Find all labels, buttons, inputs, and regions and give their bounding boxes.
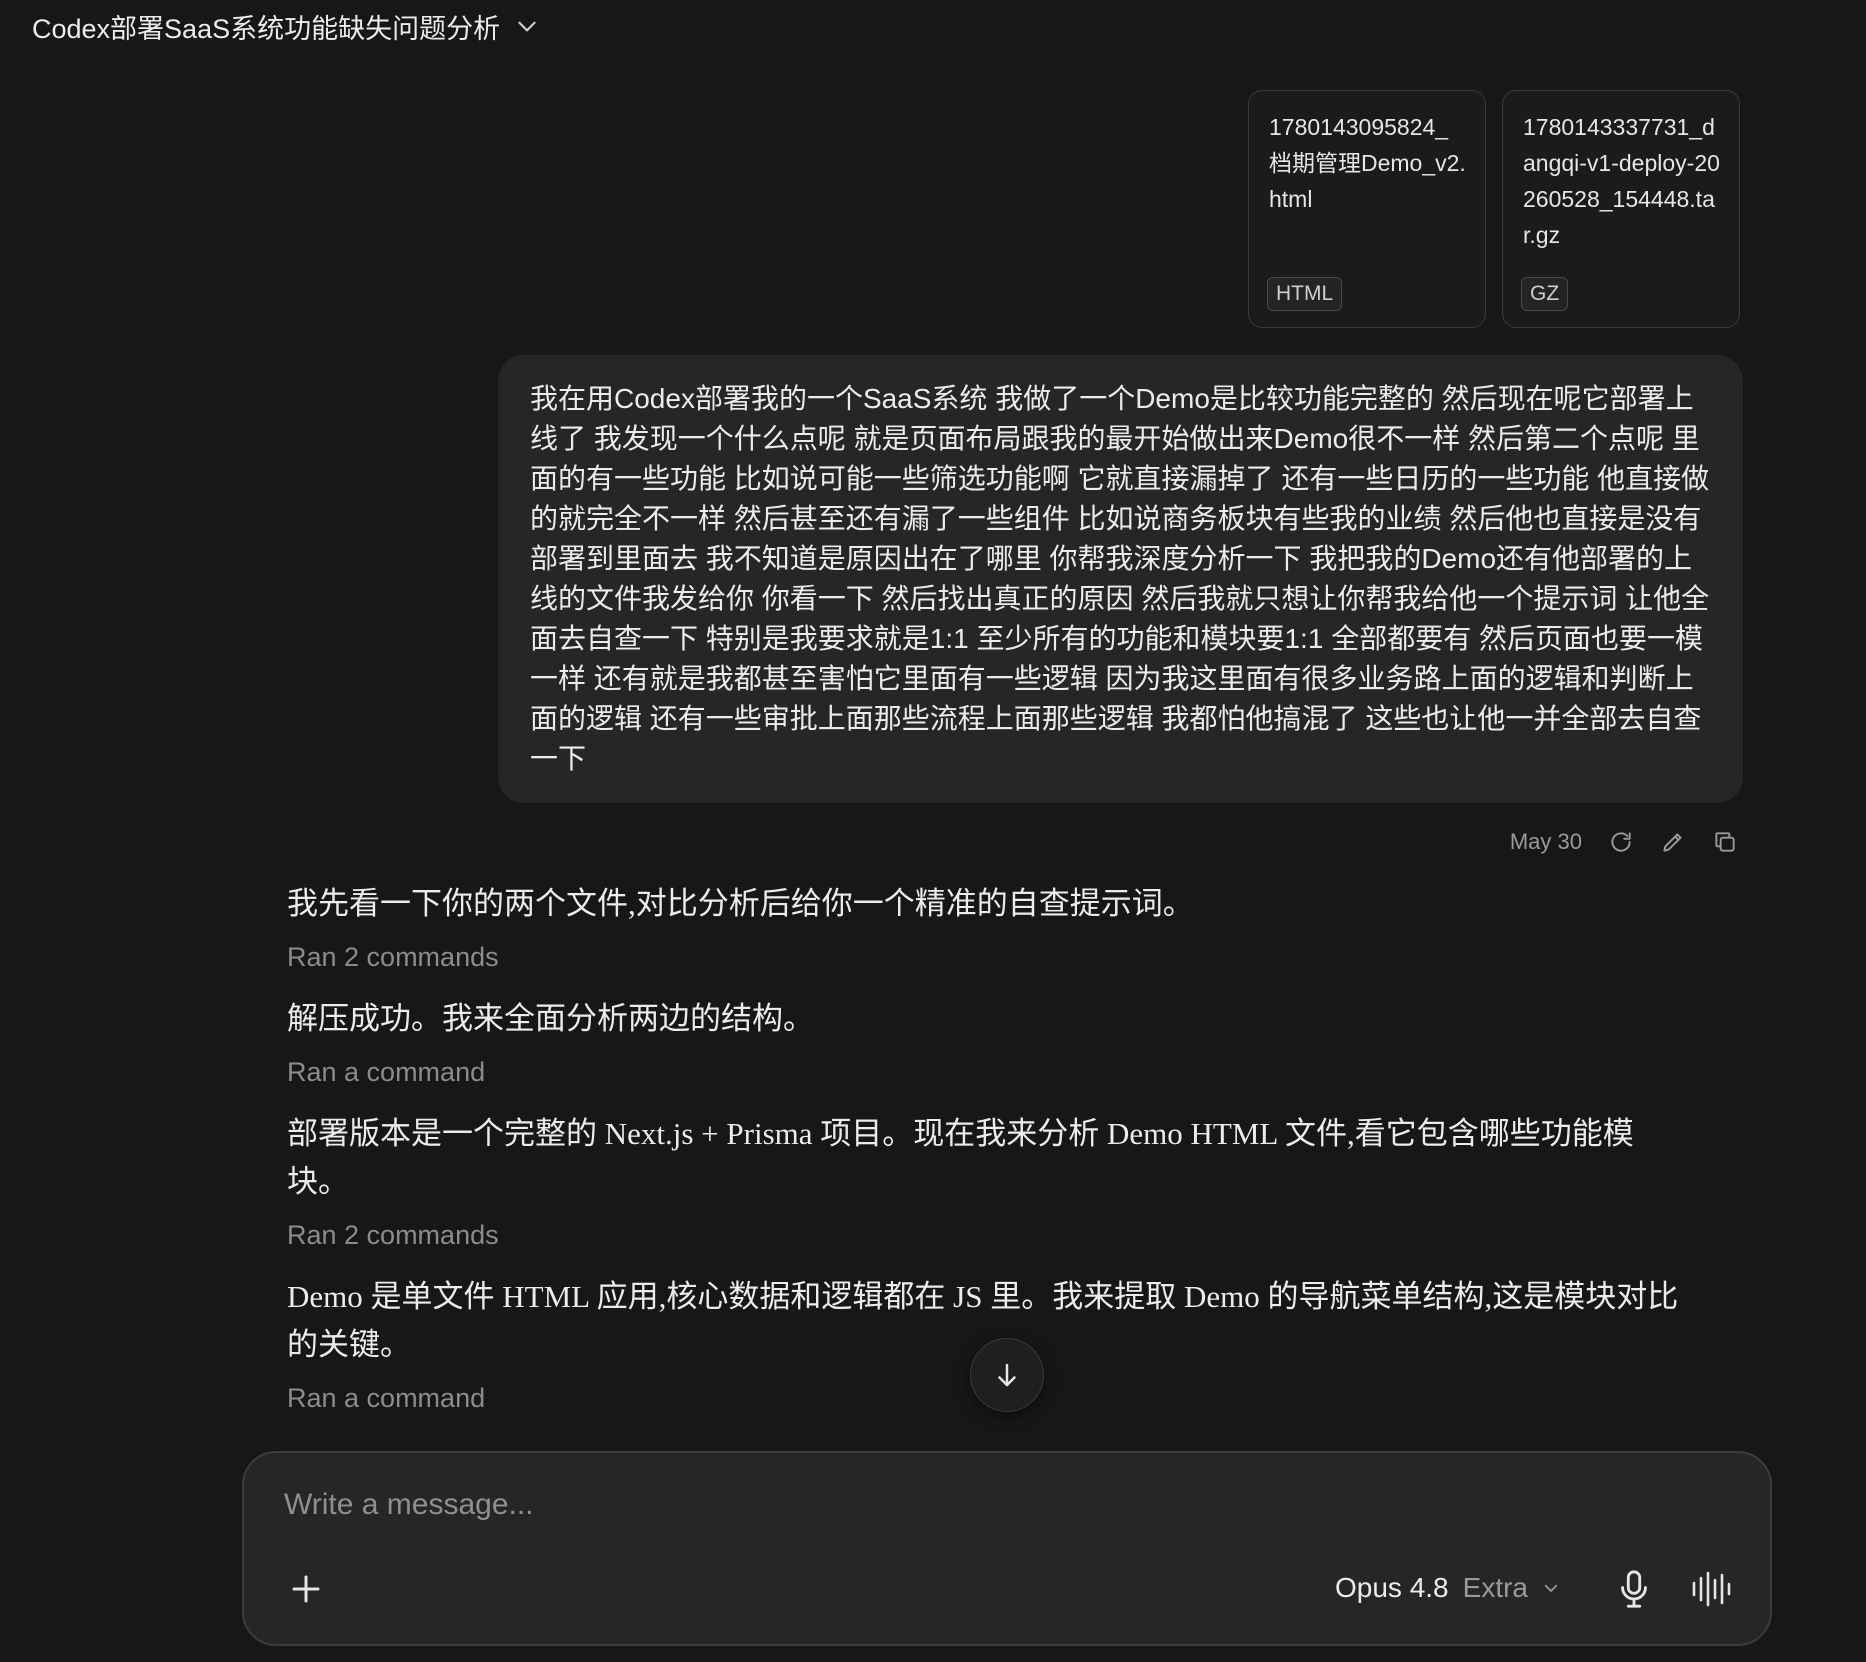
command-summary[interactable]: Ran 2 commands [287,1220,1687,1251]
attachment-card-gz[interactable]: 1780143337731_dangqi-v1-deploy-20260528_… [1502,90,1740,328]
pencil-icon [1663,833,1682,852]
chevron-down-icon [1544,1584,1558,1592]
microphone-icon[interactable] [1616,1569,1652,1609]
message-composer: Opus 4.8 Extra [242,1451,1772,1646]
file-type-badge: GZ [1521,277,1569,311]
conversation-title-dropdown[interactable]: Codex部署SaaS系统功能缺失问题分析 [32,6,540,46]
command-summary[interactable]: Ran a command [287,1057,1687,1088]
arrow-down-icon [998,1363,1016,1387]
assistant-response: 我先看一下你的两个文件,对比分析后给你一个精准的自查提示词。 Ran 2 com… [287,880,1687,1414]
retry-icon [1611,832,1631,852]
attachment-file-name: 1780143095824_档期管理Demo_v2.html [1269,114,1466,212]
conversation-title: Codex部署SaaS系统功能缺失问题分析 [32,13,501,44]
assistant-text: 解压成功。我来全面分析两边的结构。 [287,1001,814,1036]
add-attachment-icon[interactable] [288,1571,324,1607]
chat-page: Codex部署SaaS系统功能缺失问题分析 1780143095824_档期管理… [0,0,1866,1662]
model-selector[interactable]: Opus 4.8 Extra [1335,1565,1560,1611]
attachment-file-name: 1780143337731_dangqi-v1-deploy-20260528_… [1523,114,1720,248]
copy-button[interactable] [1712,829,1738,855]
voice-mode-icon[interactable] [1690,1569,1734,1609]
file-type-badge: HTML [1267,277,1343,311]
edit-button[interactable] [1660,829,1686,855]
chevron-down-icon [518,21,536,32]
model-name: Opus 4.8 [1335,1572,1449,1603]
retry-button[interactable] [1608,829,1634,855]
assistant-text: 我先看一下你的两个文件,对比分析后给你一个精准的自查提示词。 [287,886,1194,921]
command-summary[interactable]: Ran 2 commands [287,942,1687,973]
copy-icon [1715,832,1735,852]
scroll-to-bottom-button[interactable] [970,1338,1044,1412]
message-input[interactable] [282,1487,1586,1523]
attachment-card-html[interactable]: 1780143095824_档期管理Demo_v2.html HTML [1248,90,1486,328]
user-message-bubble: 我在用Codex部署我的一个SaaS系统 我做了一个Demo是比较功能完整的 然… [498,355,1743,803]
message-actions: May 30 [1510,822,1738,862]
message-date: May 30 [1509,829,1582,854]
model-mode: Extra [1462,1572,1528,1603]
attachments-row: 1780143095824_档期管理Demo_v2.html HTML 1780… [1248,90,1740,328]
assistant-text: 部署版本是一个完整的 Next.js + Prisma 项目。现在我来分析 De… [287,1116,1634,1199]
